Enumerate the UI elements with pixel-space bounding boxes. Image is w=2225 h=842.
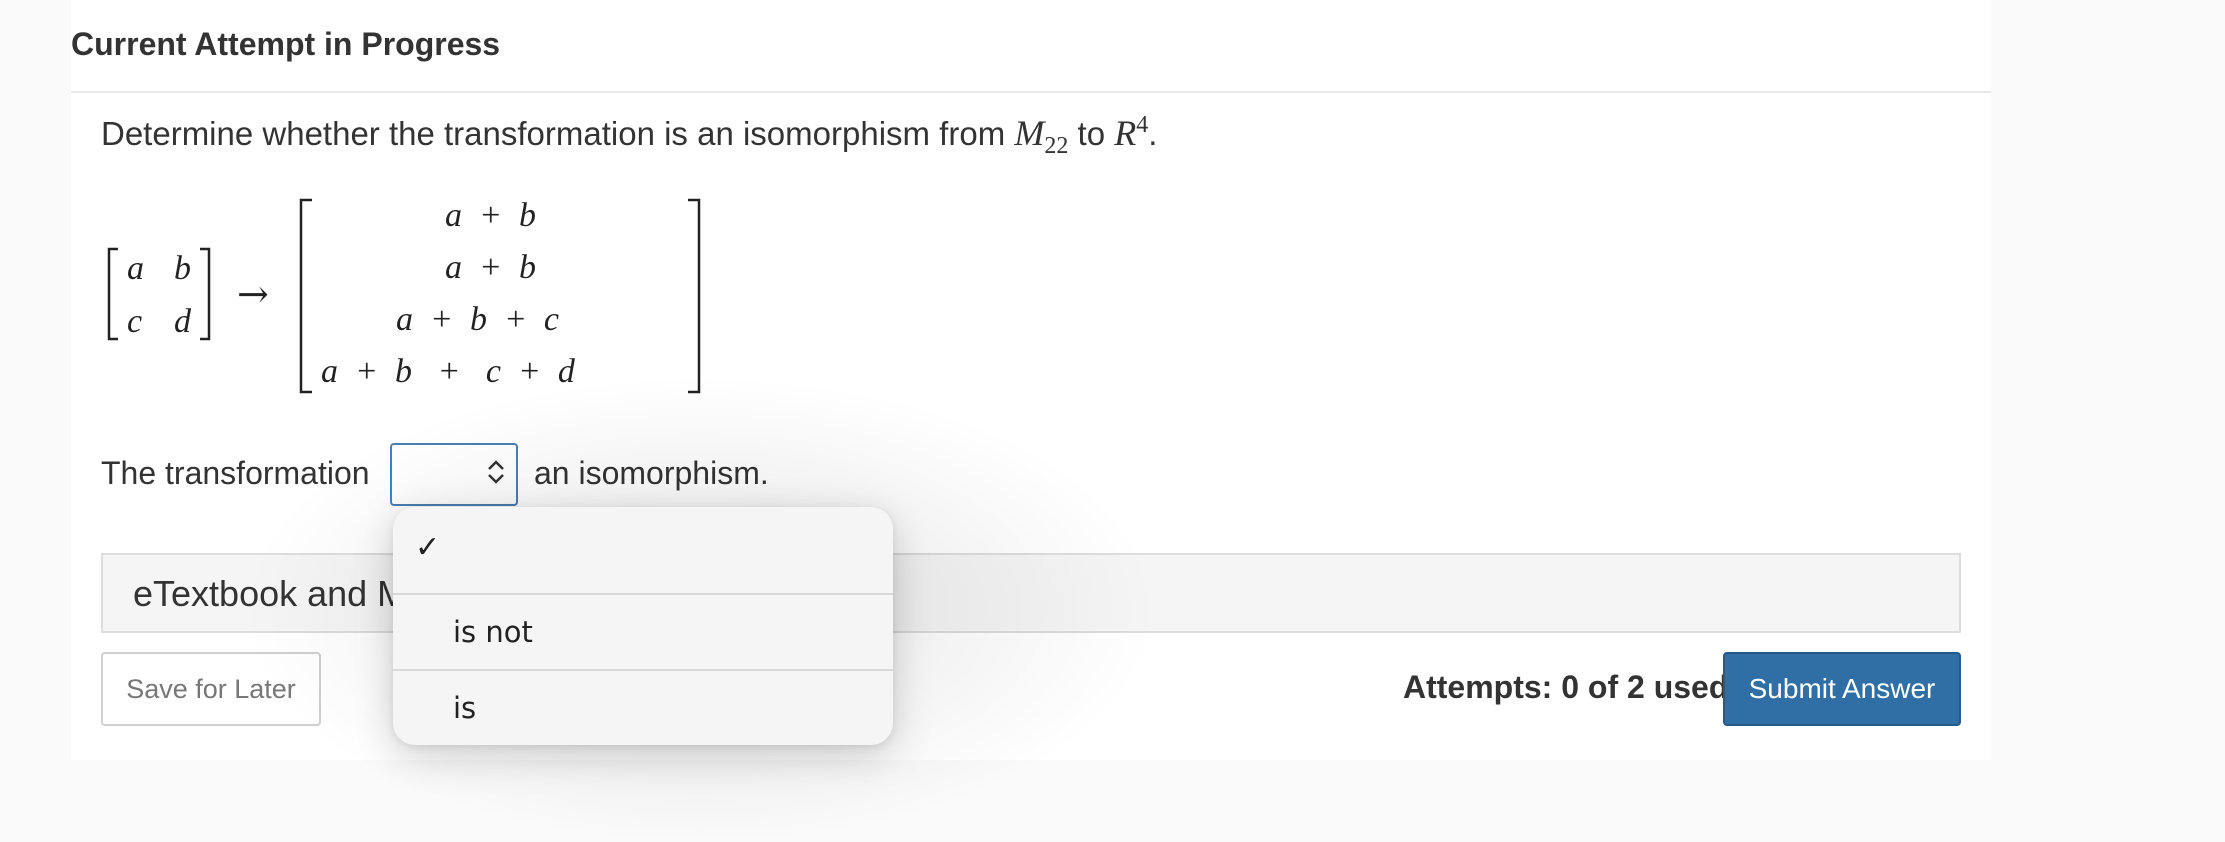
question-period: . [1148,115,1158,152]
question-text: Determine whether the transformation is … [101,112,1157,160]
domain-symbol: M22 [1014,113,1069,160]
maps-to-arrow: → [237,272,269,316]
dropdown-option-blank[interactable]: ✓ [393,507,893,593]
answer-suffix: an isomorphism. [534,455,769,491]
domain-subscript: 22 [1044,133,1069,160]
matrix-entry-b: b [174,250,191,287]
input-matrix-left-bracket [107,247,118,341]
select-dropdown-menu: ✓ is not is [393,507,893,745]
attempts-counter: Attempts: 0 of 2 used [1403,669,1729,705]
etextbook-media-bar[interactable]: eTextbook and M [101,553,1961,633]
question-to: to [1077,115,1106,152]
save-for-later-button[interactable]: Save for Later [101,652,321,726]
output-row-2: a + b [445,249,536,286]
output-vector-right-bracket [688,198,701,394]
checkmark-icon: ✓ [415,530,441,565]
output-row-4: a + b + c + d [321,353,575,390]
output-row-1: a + b [445,197,536,234]
codomain-symbol: R4 [1114,112,1149,153]
dropdown-option-is[interactable]: is [393,671,893,745]
output-vector-left-bracket [299,198,312,394]
page-title: Current Attempt in Progress [71,26,501,62]
question-prefix: Determine whether the transformation is … [101,115,1006,152]
input-matrix-right-bracket [200,247,211,341]
output-row-3: a + b + c [396,301,559,338]
header-divider [71,91,1991,93]
submit-answer-button[interactable]: Submit Answer [1723,652,1961,726]
updown-chevron-icon [486,459,506,492]
dropdown-option-is-not[interactable]: is not [393,595,893,669]
matrix-entry-c: c [127,303,143,340]
codomain-superscript: 4 [1136,112,1149,138]
matrix-entry-a: a [127,250,144,287]
answer-prefix: The transformation [101,455,370,491]
etextbook-label: eTextbook and M [133,573,408,614]
matrix-entry-d: d [174,303,191,340]
isomorphism-select[interactable] [390,443,518,506]
